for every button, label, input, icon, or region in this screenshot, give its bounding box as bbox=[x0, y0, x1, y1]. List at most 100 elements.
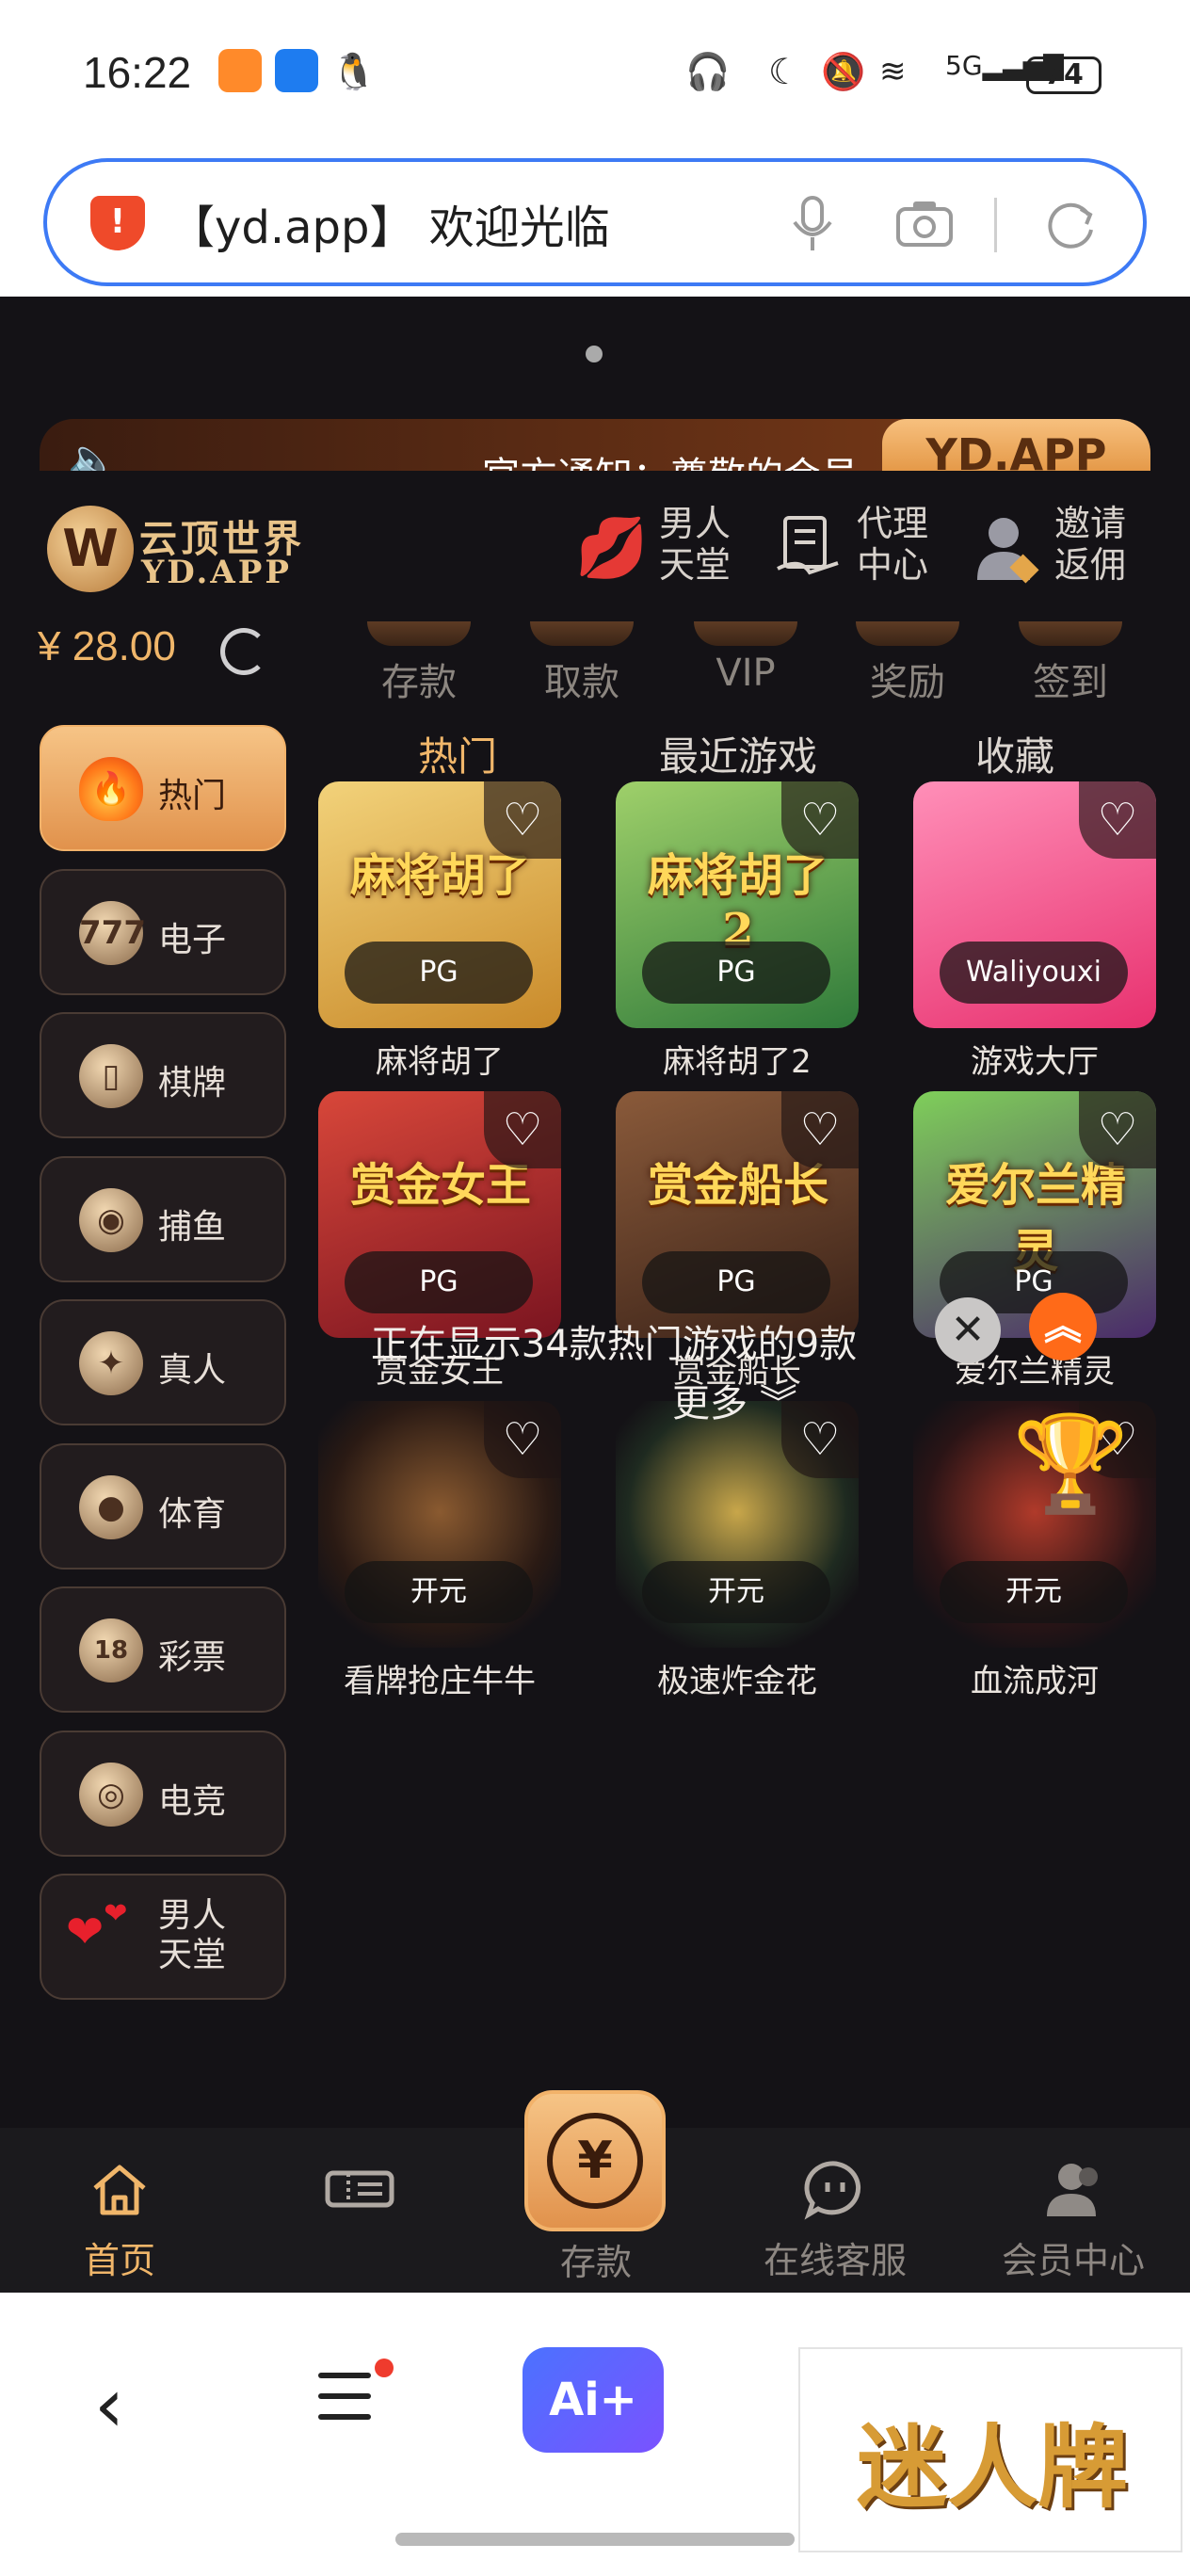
refresh-balance-icon[interactable] bbox=[220, 628, 267, 675]
ticket-icon bbox=[325, 2170, 394, 2208]
nav-promotions[interactable] bbox=[247, 2128, 473, 2293]
game-name[interactable]: 麻将胡了2 bbox=[596, 1036, 878, 1082]
menu-icon[interactable] bbox=[318, 2373, 371, 2420]
header-nav-label: 邀请返佣 bbox=[1054, 503, 1127, 586]
close-icon[interactable]: ✕ bbox=[935, 1297, 1001, 1363]
home-indicator[interactable] bbox=[395, 2533, 795, 2546]
tab-favorites[interactable]: 收藏 bbox=[975, 725, 1054, 782]
game-provider-badge: 开元 bbox=[940, 1561, 1128, 1623]
more-button[interactable]: 更多 ︾ bbox=[672, 1373, 797, 1427]
camera-icon[interactable] bbox=[894, 198, 955, 250]
tab-hot[interactable]: 热门 bbox=[418, 725, 497, 782]
sidebar-item-esports[interactable]: ◎ 电竞 bbox=[40, 1731, 286, 1857]
moon-icon: ☾ bbox=[768, 51, 801, 92]
sidebar-item-label: 热门 bbox=[158, 777, 227, 815]
header-nav-agent[interactable]: 代理中心 bbox=[772, 501, 960, 595]
sidebar-item-lottery[interactable]: 18 彩票 bbox=[40, 1586, 286, 1713]
reload-icon[interactable] bbox=[1041, 196, 1100, 254]
web-content: 🔈 官方通知：尊敬的会员 YD.APP W 云顶世界 YD.APP 💋 男人天堂… bbox=[0, 297, 1190, 2293]
nav-member-center[interactable]: 会员中心 bbox=[960, 2128, 1186, 2293]
battery-level: 74 bbox=[1044, 58, 1084, 91]
game-card[interactable]: ♡ 开元 bbox=[616, 1401, 859, 1648]
game-card[interactable]: ♡ 开元 bbox=[318, 1401, 561, 1648]
favorite-heart-icon[interactable]: ♡ bbox=[1079, 781, 1156, 859]
showing-count-text: 正在显示34款热门游戏的9款 bbox=[370, 1323, 858, 1366]
game-provider-badge: PG bbox=[345, 1251, 533, 1313]
sidebar-item-men-paradise[interactable]: ❤❤ 男人天堂 bbox=[40, 1874, 286, 2000]
address-text[interactable]: 【yd.app】 欢迎光临 bbox=[169, 190, 610, 256]
game-card[interactable]: 赏金船长 ♡ PG bbox=[616, 1091, 859, 1338]
quick-action-label: 奖励 bbox=[870, 661, 945, 704]
game-card[interactable]: ♡ Waliyouxi bbox=[913, 781, 1156, 1028]
game-provider-badge: PG bbox=[642, 1251, 830, 1313]
favorite-heart-icon[interactable]: ♡ bbox=[1079, 1091, 1156, 1168]
sidebar-item-fishing[interactable]: ◉ 捕鱼 bbox=[40, 1156, 286, 1282]
battery-icon: 74 bbox=[1026, 56, 1102, 94]
status-bar: 16:22 🐧 🎧 ☾ 🔕 ≋ 5G▂▃▅▇ 74 bbox=[0, 0, 1190, 151]
nav-label: 会员中心 bbox=[1001, 2240, 1145, 2281]
chat-icon bbox=[804, 2161, 861, 2220]
favorite-heart-icon[interactable]: ♡ bbox=[484, 1401, 561, 1478]
deposit-button[interactable]: ¥ bbox=[524, 2090, 666, 2231]
favorite-heart-icon[interactable]: ♡ bbox=[781, 1091, 859, 1168]
ai-assistant-button[interactable]: Ai+ bbox=[523, 2347, 664, 2453]
notification-app-icon bbox=[275, 49, 318, 92]
notification-dot bbox=[375, 2359, 394, 2377]
nav-home[interactable]: 首页 bbox=[7, 2128, 233, 2293]
ball-icon: ● bbox=[79, 1475, 143, 1539]
address-bar[interactable]: ! 【yd.app】 欢迎光临 bbox=[43, 158, 1147, 286]
home-icon bbox=[93, 2165, 146, 2215]
game-name[interactable]: 看牌抢庄牛牛 bbox=[298, 1655, 581, 1701]
header-nav-men-paradise[interactable]: 💋 男人天堂 bbox=[574, 501, 763, 595]
network-label: 5G bbox=[945, 50, 983, 81]
quick-action-icon bbox=[530, 621, 634, 646]
esports-icon: ◎ bbox=[79, 1763, 143, 1827]
quick-action-label: VIP bbox=[716, 652, 776, 695]
slot-icon: 777 bbox=[79, 901, 146, 965]
game-card[interactable]: 赏金女王 ♡ PG bbox=[318, 1091, 561, 1338]
nav-customer-service[interactable]: 在线客服 bbox=[722, 2128, 948, 2293]
sidebar-item-label: 体育 bbox=[158, 1495, 227, 1534]
sidebar-item-cards[interactable]: ▯ 棋牌 bbox=[40, 1012, 286, 1138]
quick-action-icon bbox=[856, 621, 959, 646]
browser-address-area: ! 【yd.app】 欢迎光临 bbox=[0, 151, 1190, 297]
favorite-heart-icon[interactable]: ♡ bbox=[781, 781, 859, 859]
quick-action-label: 取款 bbox=[544, 661, 619, 704]
favorite-heart-icon[interactable]: ♡ bbox=[484, 781, 561, 859]
sidebar-item-label: 捕鱼 bbox=[158, 1208, 227, 1247]
favorite-heart-icon[interactable]: ♡ bbox=[484, 1091, 561, 1168]
game-provider-badge: 开元 bbox=[642, 1561, 830, 1623]
sidebar-item-slots[interactable]: 777 电子 bbox=[40, 869, 286, 995]
logo-icon[interactable]: W bbox=[47, 506, 134, 592]
security-shield-icon[interactable]: ! bbox=[90, 196, 145, 250]
game-name[interactable]: 极速炸金花 bbox=[596, 1655, 878, 1701]
nav-label: 存款 bbox=[559, 2242, 632, 2283]
ad-text: 迷人牌 bbox=[857, 2415, 1128, 2520]
game-provider-badge: 开元 bbox=[345, 1561, 533, 1623]
quick-action-icon bbox=[694, 621, 797, 646]
microphone-icon[interactable] bbox=[789, 194, 836, 254]
game-card[interactable]: 麻将胡了2 ♡ PG bbox=[616, 781, 859, 1028]
back-icon[interactable]: ‹ bbox=[94, 2363, 124, 2448]
game-name[interactable]: 血流成河 bbox=[893, 1655, 1176, 1701]
invite-icon bbox=[977, 518, 1039, 584]
logo-text-en[interactable]: YD.APP bbox=[141, 554, 292, 591]
game-card[interactable]: 麻将胡了 ♡ PG bbox=[318, 781, 561, 1028]
sidebar-item-label: 彩票 bbox=[158, 1638, 227, 1677]
qq-icon: 🐧 bbox=[331, 51, 377, 92]
sidebar-item-hot[interactable]: 🔥 热门 bbox=[40, 725, 286, 851]
nav-label: 在线客服 bbox=[763, 2240, 907, 2281]
scroll-top-icon[interactable]: ︽ bbox=[1029, 1293, 1097, 1360]
header-nav-invite[interactable]: 邀请返佣 bbox=[970, 501, 1158, 595]
tab-recent[interactable]: 最近游戏 bbox=[659, 725, 817, 782]
fire-icon: 🔥 bbox=[79, 757, 143, 821]
game-name[interactable]: 游戏大厅 bbox=[893, 1036, 1176, 1082]
sidebar-item-sports[interactable]: ● 体育 bbox=[40, 1443, 286, 1570]
trophy-icon[interactable]: 🏆 bbox=[1012, 1412, 1130, 1516]
sidebar-item-label: 棋牌 bbox=[158, 1064, 227, 1103]
ad-banner[interactable]: 迷人牌 bbox=[798, 2347, 1182, 2552]
game-name[interactable]: 麻将胡了 bbox=[298, 1036, 581, 1082]
headphones-icon: 🎧 bbox=[685, 51, 731, 92]
game-card[interactable]: 爱尔兰精灵♡PG bbox=[913, 1091, 1156, 1338]
carousel-dot[interactable] bbox=[586, 346, 603, 362]
